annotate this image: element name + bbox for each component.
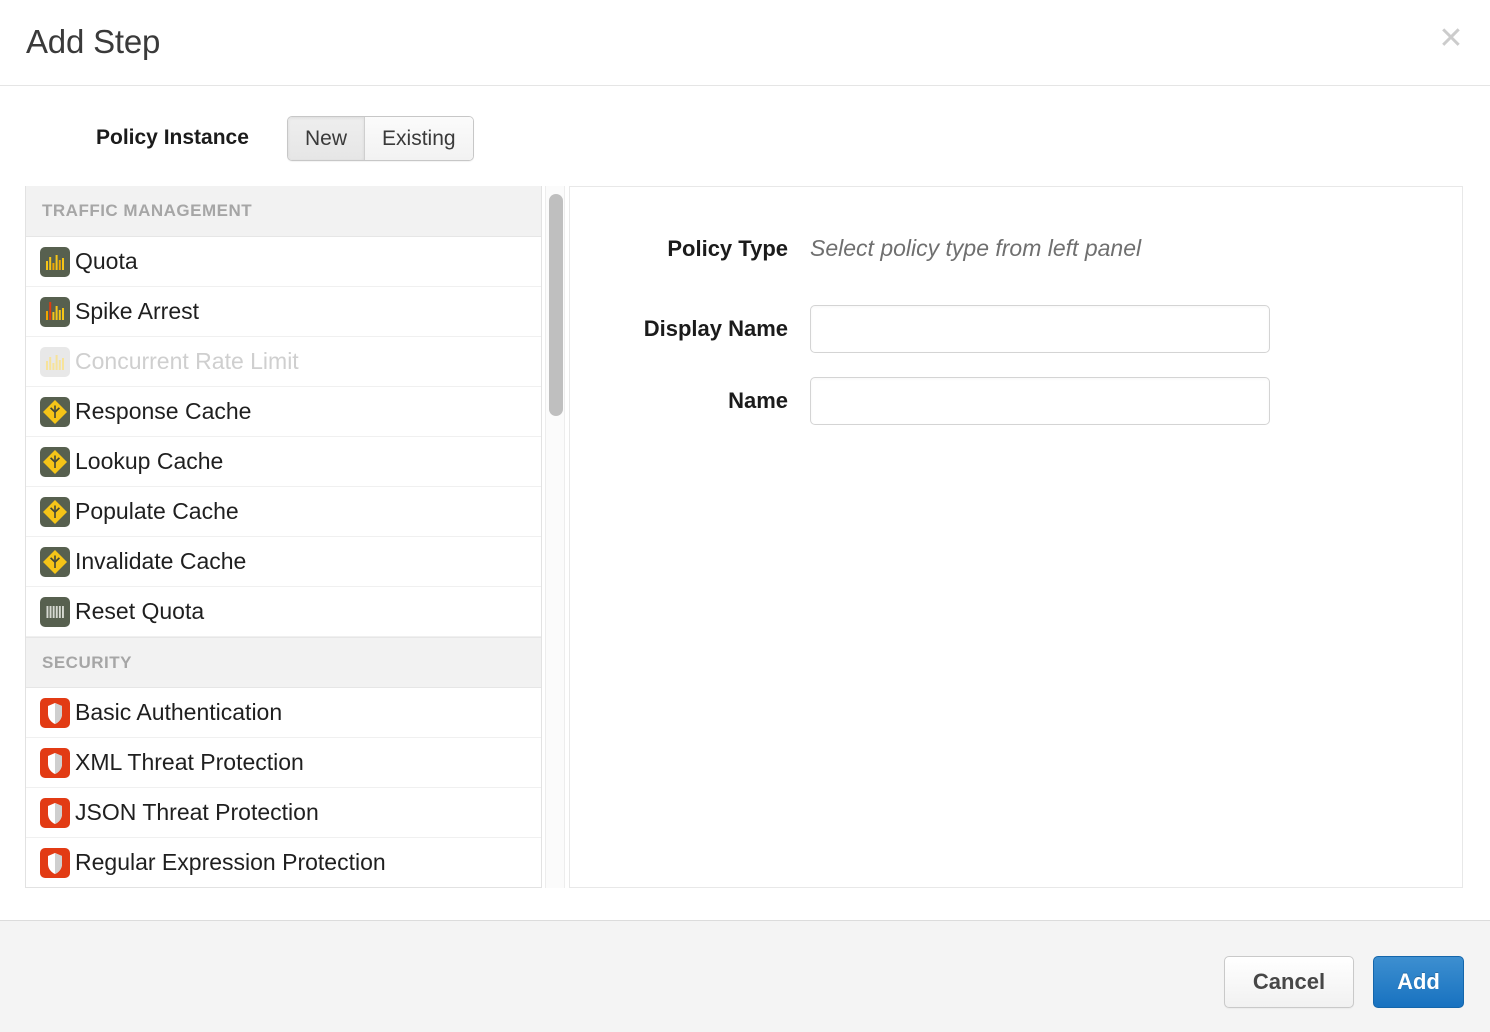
display-name-input[interactable] <box>810 305 1270 353</box>
policy-list-item[interactable]: Invalidate Cache <box>26 537 541 587</box>
page-title: Add Step <box>26 20 160 64</box>
section-header: SECURITY <box>26 637 541 688</box>
dialog-header: Add Step ✕ <box>0 0 1490 86</box>
policy-list-scrollbar[interactable] <box>545 186 565 888</box>
policy-list-item-label: Reset Quota <box>75 598 204 625</box>
toggle-new[interactable]: New <box>288 117 364 160</box>
add-button[interactable]: Add <box>1373 956 1464 1008</box>
name-row: Name <box>570 377 1462 425</box>
policy-instance-row: Policy Instance New Existing <box>0 112 1490 168</box>
policy-list-item[interactable]: Quota <box>26 237 541 287</box>
policy-list-item-label: Regular Expression Protection <box>75 849 386 876</box>
policy-list-item[interactable]: Lookup Cache <box>26 437 541 487</box>
policy-type-value: Select policy type from left panel <box>810 235 1141 262</box>
policy-list-item-label: Spike Arrest <box>75 298 199 325</box>
policy-list-item[interactable]: Reset Quota <box>26 587 541 637</box>
policy-detail-panel: Policy Type Select policy type from left… <box>569 186 1463 888</box>
display-name-label: Display Name <box>570 316 810 342</box>
dialog-footer: Cancel Add <box>0 920 1490 1032</box>
scrollbar-thumb[interactable] <box>549 194 563 416</box>
reset-bars-icon <box>40 597 70 627</box>
policy-list-item-label: Populate Cache <box>75 498 239 525</box>
shield-icon <box>40 698 70 728</box>
display-name-row: Display Name <box>570 305 1462 353</box>
policy-list-item-label: JSON Threat Protection <box>75 799 319 826</box>
policy-type-row: Policy Type Select policy type from left… <box>570 235 1462 262</box>
spike-bar-chart-icon <box>40 297 70 327</box>
policy-list-item[interactable]: Regular Expression Protection <box>26 838 541 888</box>
add-step-dialog: Add Step ✕ Policy Instance New Existing … <box>0 0 1490 1032</box>
policy-list-item[interactable]: JSON Threat Protection <box>26 788 541 838</box>
section-header: TRAFFIC MANAGEMENT <box>26 186 541 237</box>
policy-list-item[interactable]: Populate Cache <box>26 487 541 537</box>
cache-diamond-icon <box>40 547 70 577</box>
name-input[interactable] <box>810 377 1270 425</box>
name-label: Name <box>570 388 810 414</box>
policy-list-item-label: Lookup Cache <box>75 448 223 475</box>
policy-instance-toggle-group[interactable]: New Existing <box>287 116 474 161</box>
policy-instance-label: Policy Instance <box>96 126 249 150</box>
close-icon[interactable]: ✕ <box>1432 20 1470 58</box>
dialog-body: TRAFFIC MANAGEMENT Quota Spike Arrest Concu… <box>0 186 1490 888</box>
policy-list-item[interactable]: Basic Authentication <box>26 688 541 738</box>
cache-diamond-icon <box>40 497 70 527</box>
policy-list-item-label: Response Cache <box>75 398 251 425</box>
cancel-button[interactable]: Cancel <box>1224 956 1354 1008</box>
bar-chart-icon <box>40 247 70 277</box>
policy-list-item-label: Quota <box>75 248 138 275</box>
shield-icon <box>40 848 70 878</box>
policy-list-item[interactable]: XML Threat Protection <box>26 738 541 788</box>
shield-icon <box>40 798 70 828</box>
policy-list-item-label: Concurrent Rate Limit <box>75 348 299 375</box>
bar-chart-icon <box>40 347 70 377</box>
policy-list-item-label: Invalidate Cache <box>75 548 246 575</box>
policy-list-item: Concurrent Rate Limit <box>26 337 541 387</box>
toggle-existing[interactable]: Existing <box>364 117 473 160</box>
shield-icon <box>40 748 70 778</box>
policy-type-label: Policy Type <box>570 236 810 262</box>
policy-list-item[interactable]: Response Cache <box>26 387 541 437</box>
policy-list-item[interactable]: Spike Arrest <box>26 287 541 337</box>
cache-diamond-icon <box>40 397 70 427</box>
policy-type-list[interactable]: TRAFFIC MANAGEMENT Quota Spike Arrest Concu… <box>25 186 542 888</box>
cache-diamond-icon <box>40 447 70 477</box>
policy-list-item-label: Basic Authentication <box>75 699 282 726</box>
policy-list-item-label: XML Threat Protection <box>75 749 304 776</box>
